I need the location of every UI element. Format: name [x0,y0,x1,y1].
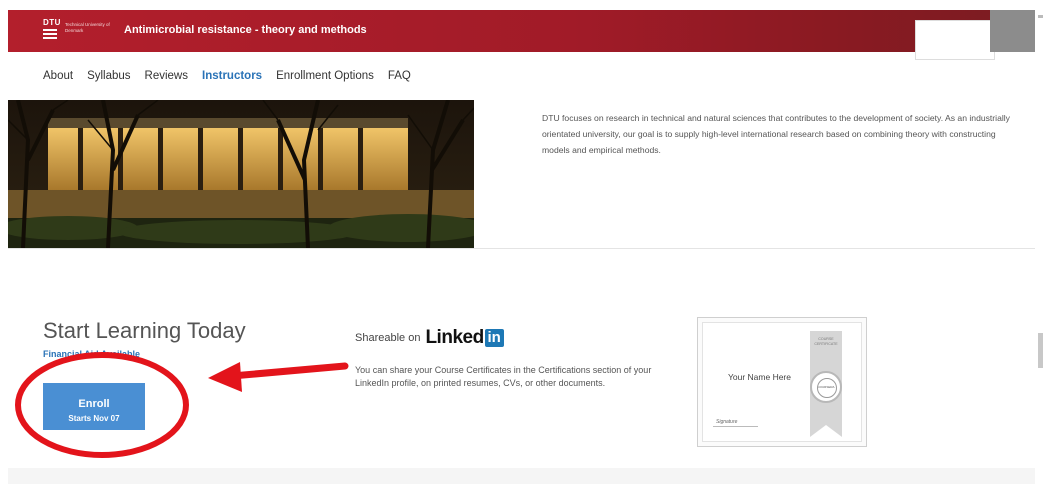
arrow-left-icon [208,362,349,392]
enroll-button-label: Enroll [78,398,110,410]
page: DTU Technical University of Denmark Anti… [0,0,1043,484]
institution-description: DTU focuses on research in technical and… [542,113,1010,155]
enroll-button-start-date: Starts Nov 07 [68,414,120,423]
certificate-signature-line [713,426,758,427]
nav-item-about[interactable]: About [43,70,73,82]
dtu-logo-mark-icon: DTU [43,18,61,44]
dtu-logo[interactable]: DTU Technical University of Denmark [43,18,113,44]
certificate-seal-text: COURSERA [817,385,835,389]
nav-item-faq[interactable]: FAQ [388,70,411,82]
shareable-prefix: Shareable on [355,332,421,344]
financial-aid-link[interactable]: Financial Aid Available [43,349,140,359]
certificate-seal-icon: COURSERA [810,371,842,403]
scrollbar-top [1038,15,1043,18]
header-scroll-edge [990,10,1035,52]
enroll-button[interactable]: Enroll Starts Nov 07 [43,383,145,430]
certificate-ribbon-label: COURSE CERTIFICATE [814,337,838,346]
course-title: Antimicrobial resistance - theory and me… [124,24,367,36]
certificate-preview: COURSE CERTIFICATE COURSERA Your Name He… [697,317,867,447]
course-nav: About Syllabus Reviews Instructors Enrol… [43,70,425,82]
bottom-strip [8,468,1035,484]
course-header-bar: DTU Technical University of Denmark Anti… [8,10,1035,60]
nav-item-instructors[interactable]: Instructors [202,70,262,82]
campus-photo [8,100,474,248]
certificate-name-placeholder: Your Name Here [728,372,791,382]
logo-subtext: Technical University of Denmark [65,22,110,33]
nav-item-reviews[interactable]: Reviews [145,70,188,82]
section-divider [8,248,1035,249]
start-learning-title: Start Learning Today [43,318,246,343]
nav-item-enrollment-options[interactable]: Enrollment Options [276,70,374,82]
logo-mark-text: DTU [43,18,61,27]
certificate-paper: COURSE CERTIFICATE COURSERA Your Name He… [702,322,862,442]
shareable-description: You can share your Course Certificates i… [355,365,652,388]
nav-item-syllabus[interactable]: Syllabus [87,70,130,82]
shareable-on-linkedin: Shareable on Linked in [355,327,504,349]
certificate-signature: Signature [716,419,738,425]
linkedin-wordmark: Linked [425,327,484,348]
linkedin-icon: in [484,329,504,347]
scrollbar-thumb[interactable] [1038,333,1043,368]
header-white-box[interactable] [915,20,995,60]
campus-photo-graphic [8,100,474,248]
